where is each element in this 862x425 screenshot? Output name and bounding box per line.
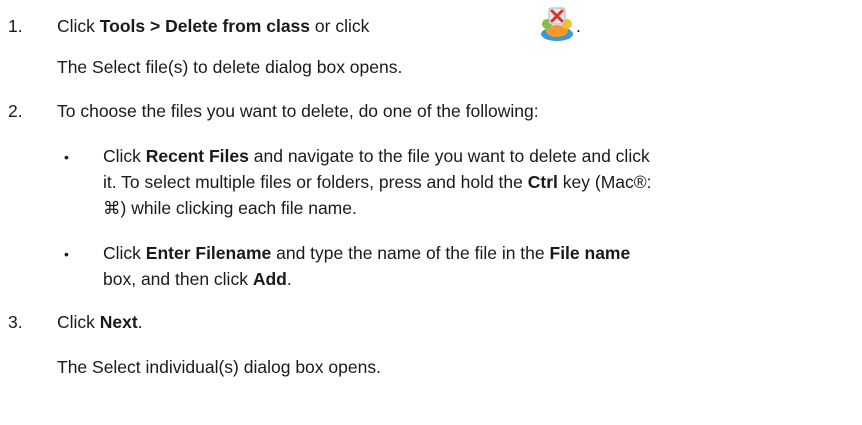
bullet-1-line-1: Click Recent Files and navigate to the f… [103,146,650,166]
step-2-text: To choose the files you want to delete, … [57,101,539,121]
bullet-2-line-2: box, and then click Add. [103,269,292,289]
step-number: 1. [8,16,23,36]
step-number: 3. [8,312,23,332]
step-3-text: Click Next. [57,312,143,332]
step-1-period: . [576,16,581,36]
delete-from-class-icon [539,6,575,42]
step-1-text: Click Tools > Delete from class or click [57,16,370,36]
menu-path: Tools > Delete from class [99,16,311,36]
bullet-2-line-1: Click Enter Filename and type the name o… [103,243,631,263]
bullet-marker: • [64,246,69,262]
bullet-1-line-3: ⌘) while clicking each file name. [103,198,357,218]
step-1-result: The Select file(s) to delete dialog box … [57,57,403,77]
step-3-result: The Select individual(s) dialog box open… [57,357,381,377]
bullet-1-line-2: it. To select multiple files or folders,… [103,172,652,192]
step-number: 2. [8,101,23,121]
bullet-marker: • [64,149,69,165]
